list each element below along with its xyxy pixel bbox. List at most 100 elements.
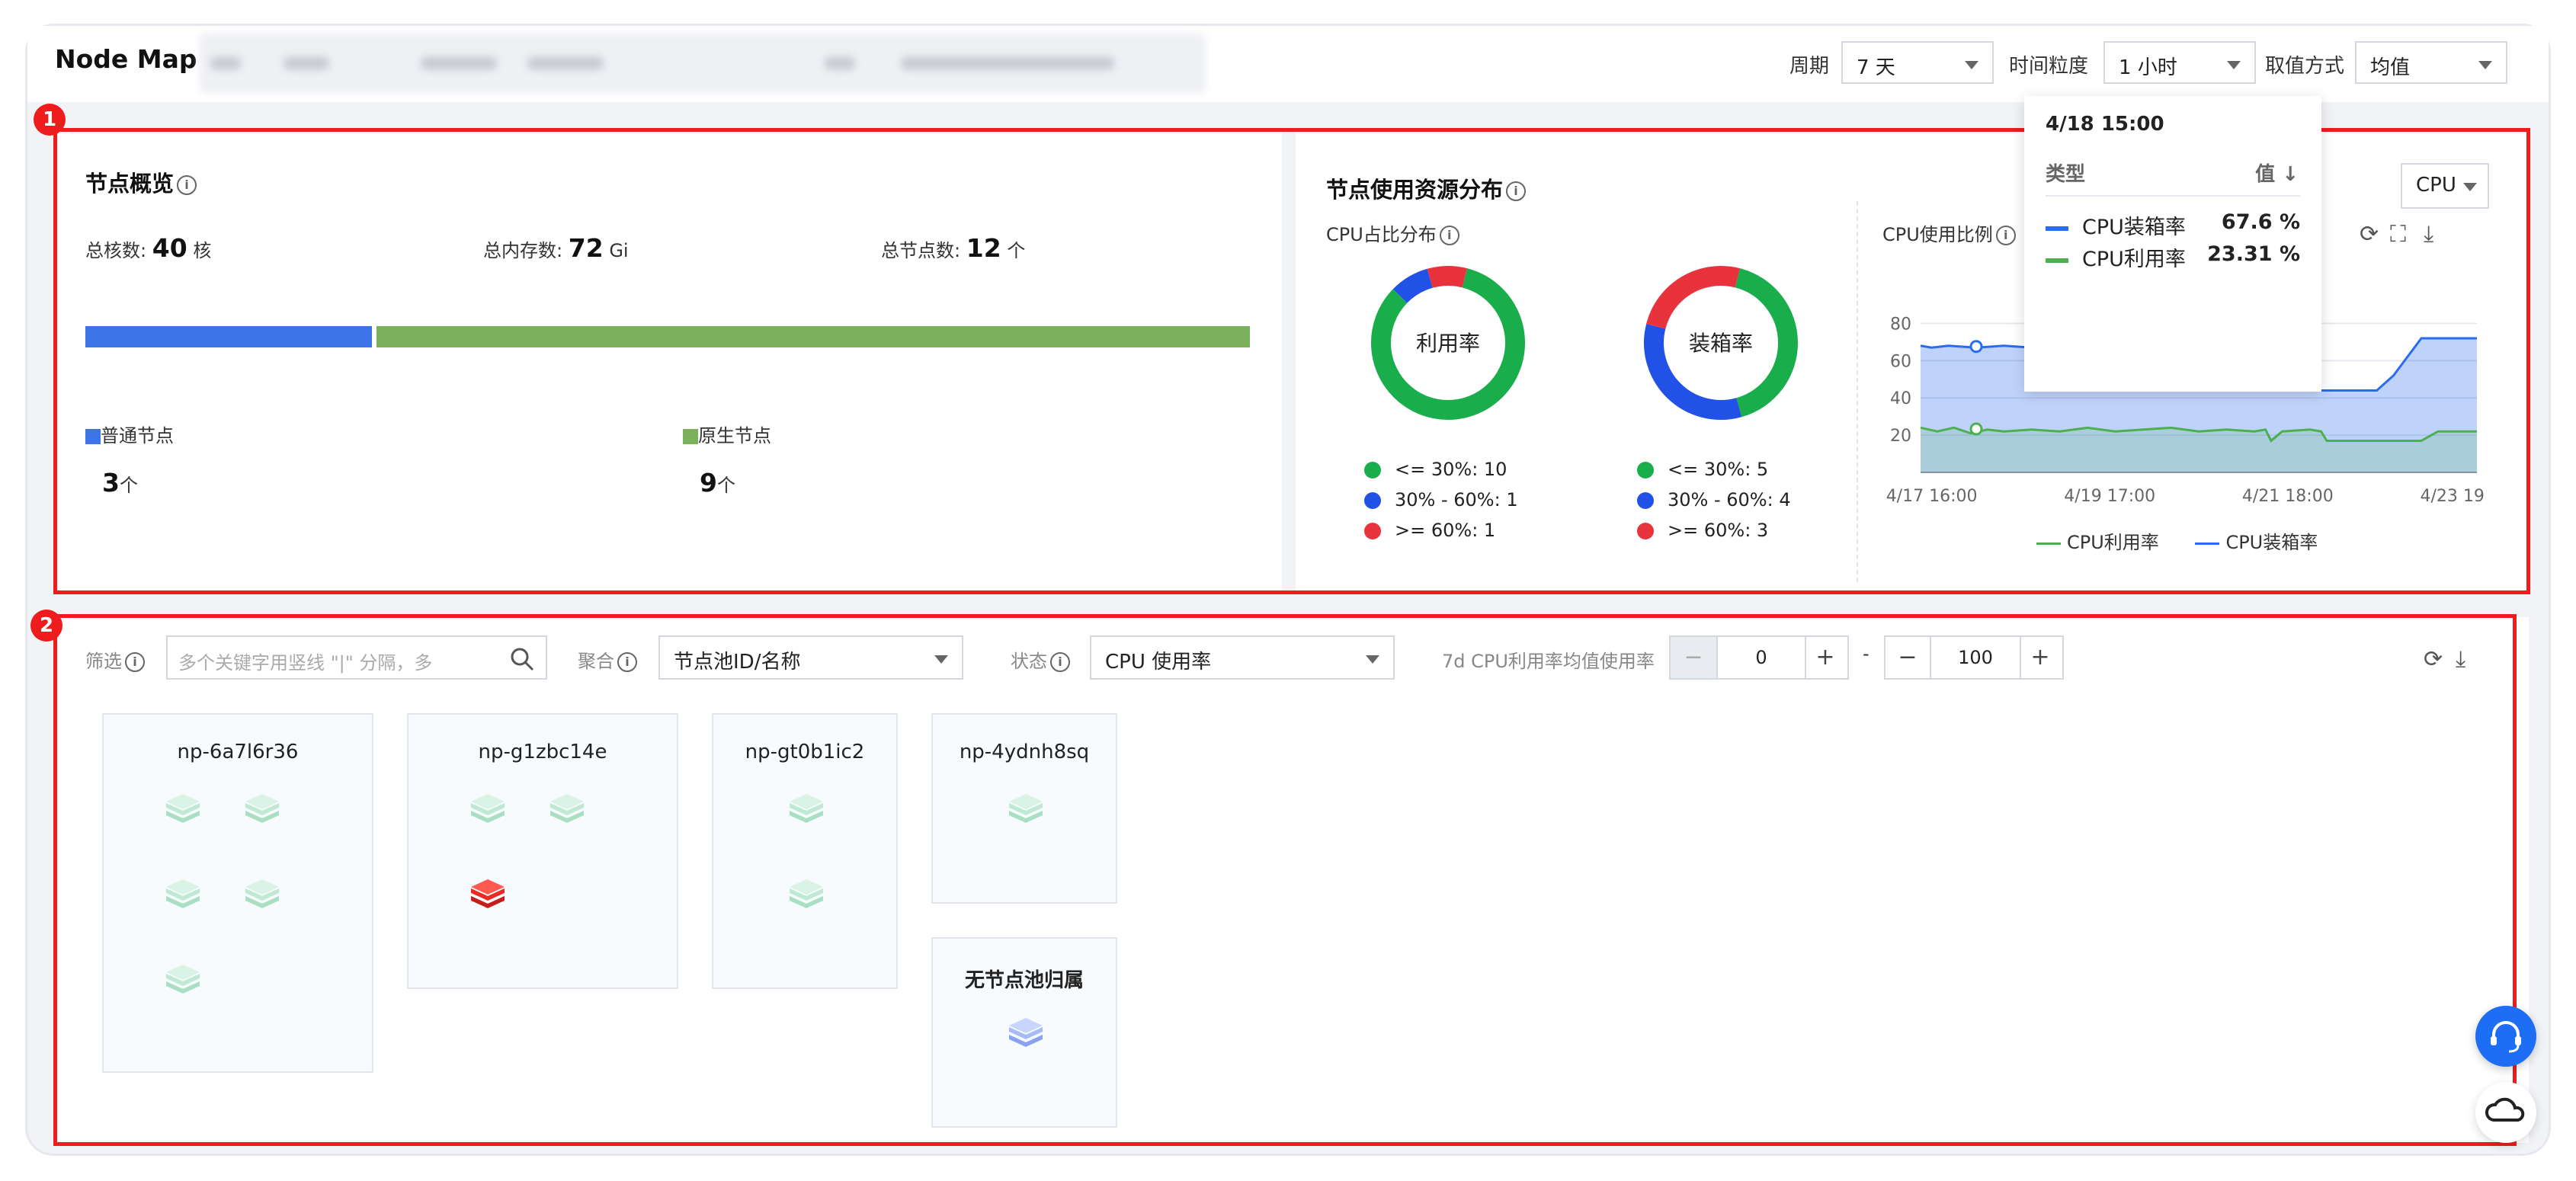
distribution-title: 节点使用资源分布 i: [1326, 172, 1527, 204]
node-pool-card[interactable]: np-4ydnh8sq: [931, 713, 1117, 904]
fullscreen-icon[interactable]: ⛶: [2390, 221, 2406, 248]
value-mode-value: 均值: [2370, 56, 2411, 79]
normal-node-bar: [85, 326, 372, 347]
tooltip-col-type: 类型: [2046, 163, 2086, 186]
period-value: 7 天: [1857, 56, 1895, 79]
chevron-down-icon: [934, 655, 948, 664]
node-icon[interactable]: [1004, 789, 1047, 832]
node-icon[interactable]: [241, 875, 284, 917]
info-icon[interactable]: i: [1506, 181, 1527, 201]
normal-node-swatch: [85, 429, 101, 444]
utilization-donut-label: 利用率: [1416, 331, 1480, 356]
cloud-button[interactable]: [2475, 1082, 2536, 1143]
hover-marker: [1969, 422, 1983, 436]
decrement-button[interactable]: −: [1886, 637, 1930, 678]
node-pool-card[interactable]: np-gt0b1ic2: [712, 713, 898, 989]
node-icon[interactable]: [546, 789, 588, 832]
node-alert-icon[interactable]: [466, 875, 509, 917]
range-max-input[interactable]: 100: [1930, 637, 2021, 678]
granularity-label: 时间粒度: [2009, 55, 2089, 78]
utilization-legend: <= 30%: 10 30% - 60%: 1 >= 60%: 1: [1364, 454, 1518, 546]
group-label: 聚合 i: [578, 646, 637, 673]
chart-legend: CPU利用率 CPU装箱率: [2036, 527, 2318, 554]
filter-label: 筛选 i: [85, 646, 145, 673]
chart-tooltip: 4/18 15:00 类型 值 ↓ CPU装箱率 67.6 % CPU利用率 2…: [2024, 96, 2321, 392]
info-icon[interactable]: i: [177, 175, 197, 195]
resource-select[interactable]: CPU: [2401, 163, 2489, 209]
range-min-stepper[interactable]: − 0 +: [1669, 635, 1849, 680]
range-min-input[interactable]: 0: [1716, 637, 1806, 678]
increment-button[interactable]: +: [1803, 637, 1847, 678]
group-select[interactable]: 节点池ID/名称: [658, 635, 963, 680]
step-badge-2: 2: [30, 610, 62, 642]
increment-button[interactable]: +: [2018, 637, 2062, 678]
hover-marker: [1969, 340, 1983, 354]
node-icon[interactable]: [241, 789, 284, 832]
tooltip-time: 4/18 15:00: [2046, 113, 2164, 136]
tooltip-col-value: 值 ↓: [2255, 163, 2299, 186]
node-type-bar: [85, 326, 1250, 347]
chevron-down-icon: [2227, 61, 2241, 69]
tooltip-row: CPU装箱率 67.6 %: [2046, 210, 2300, 240]
value-mode-select[interactable]: 均值: [2355, 41, 2507, 84]
native-node-bar: [376, 326, 1250, 347]
search-icon[interactable]: [509, 646, 535, 672]
node-icon[interactable]: [162, 960, 204, 1003]
info-icon[interactable]: i: [1995, 226, 2016, 245]
native-node-swatch: [683, 429, 698, 444]
info-icon[interactable]: i: [1050, 652, 1070, 672]
legend-utilization[interactable]: CPU利用率: [2036, 532, 2159, 553]
download-icon[interactable]: ⤓: [2456, 646, 2465, 673]
download-icon[interactable]: ⤓: [2424, 221, 2433, 248]
range-max-stepper[interactable]: − 100 +: [1884, 635, 2064, 680]
x-tick-label: 4/21 18:00: [2242, 487, 2334, 506]
y-tick-label: 80: [1890, 315, 1911, 334]
node-pool-card[interactable]: np-6a7l6r36: [102, 713, 373, 1073]
node-pool-name: np-g1zbc14e: [478, 741, 607, 763]
x-tick-label: 4/19 17:00: [2064, 487, 2155, 506]
legend-item: 30% - 60%: 4: [1637, 485, 1791, 515]
decrement-button[interactable]: −: [1671, 637, 1716, 678]
search-placeholder: 多个关键字用竖线 "|" 分隔，多: [178, 652, 433, 674]
utilization-slice: [1427, 266, 1467, 288]
total-nodes-value: 12: [966, 233, 1001, 263]
period-select[interactable]: 7 天: [1841, 41, 1994, 84]
step-badge-1: 1: [34, 104, 66, 136]
total-memory: 总内存数: 72 Gi: [483, 233, 629, 263]
total-cores-value: 40: [152, 233, 187, 263]
refresh-icon[interactable]: ⟳: [2360, 221, 2379, 248]
total-nodes: 总节点数: 12 个: [881, 233, 1026, 263]
search-input[interactable]: 多个关键字用竖线 "|" 分隔，多: [166, 635, 547, 680]
total-cores: 总核数: 40 核: [85, 233, 212, 263]
node-pool-name: 无节点池归属: [964, 969, 1084, 992]
node-pool-name: np-gt0b1ic2: [745, 741, 865, 763]
legend-item: 30% - 60%: 1: [1364, 485, 1518, 515]
info-icon[interactable]: i: [1439, 226, 1459, 245]
y-tick-label: 60: [1890, 352, 1911, 371]
status-select[interactable]: CPU 使用率: [1090, 635, 1395, 680]
node-pool-name: np-4ydnh8sq: [959, 741, 1090, 763]
granularity-select[interactable]: 1 小时: [2103, 41, 2256, 84]
legend-item: <= 30%: 10: [1364, 454, 1518, 485]
page-title: Node Map: [55, 44, 197, 74]
node-pool-card[interactable]: np-g1zbc14e: [407, 713, 678, 989]
info-icon[interactable]: i: [125, 652, 145, 672]
node-pool-card[interactable]: 无节点池归属: [931, 937, 1117, 1128]
node-icon[interactable]: [785, 789, 828, 832]
period-label: 周期: [1789, 55, 1830, 78]
chart-title: CPU使用比例 i: [1882, 219, 2016, 246]
refresh-icon[interactable]: ⟳: [2424, 646, 2443, 673]
node-icon[interactable]: [162, 789, 204, 832]
node-icon[interactable]: [1004, 1013, 1047, 1056]
range-dash: -: [1863, 643, 1870, 664]
chevron-down-icon: [1366, 655, 1379, 664]
support-button[interactable]: [2475, 1006, 2536, 1067]
blurred-filter-bar: [200, 34, 1206, 93]
utilization-donut: 利用率: [1371, 266, 1525, 420]
node-icon[interactable]: [785, 875, 828, 917]
node-icon[interactable]: [466, 789, 509, 832]
legend-packing[interactable]: CPU装箱率: [2195, 532, 2318, 553]
info-icon[interactable]: i: [617, 652, 637, 672]
chevron-down-icon: [2463, 183, 2477, 191]
node-icon[interactable]: [162, 875, 204, 917]
